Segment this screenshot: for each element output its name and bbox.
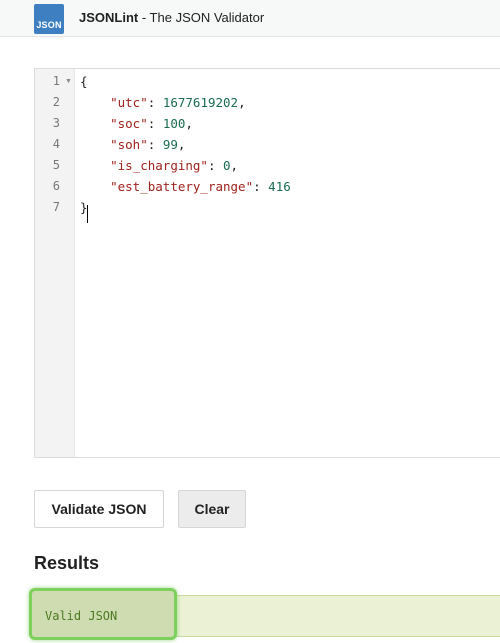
json-value: 99 xyxy=(162,137,178,152)
code-line: "est_battery_range": 416 xyxy=(80,176,291,197)
brand-name: JSONLint xyxy=(79,10,139,25)
code-line: { xyxy=(80,71,88,92)
json-value: 416 xyxy=(268,179,291,194)
code-line: "utc": 1677619202, xyxy=(80,92,246,113)
json-comma: , xyxy=(238,95,246,110)
clear-button[interactable]: Clear xyxy=(178,490,246,528)
json-comma: , xyxy=(230,158,239,173)
text-cursor xyxy=(87,205,88,223)
json-key: "is_charging" xyxy=(110,158,208,173)
fold-arrow-icon[interactable]: ▼ xyxy=(65,71,72,92)
editor-gutter: 1 ▼ 2 3 4 5 6 7 xyxy=(35,69,75,457)
line-number: 5 xyxy=(52,158,60,172)
json-editor[interactable]: 1 ▼ 2 3 4 5 6 7 { "utc": 1677619202, "so… xyxy=(34,68,500,458)
json-separator: : xyxy=(253,179,269,194)
json-separator: : xyxy=(147,95,163,110)
code-line: "soc": 100, xyxy=(80,113,193,134)
json-key: "soc" xyxy=(110,116,148,131)
brand-subtitle: - The JSON Validator xyxy=(138,10,265,25)
json-value: 1677619202 xyxy=(162,95,239,110)
json-comma: , xyxy=(185,116,193,131)
json-separator: : xyxy=(207,158,224,173)
json-key: "est_battery_range" xyxy=(110,179,254,194)
results-heading: Results xyxy=(34,553,100,573)
json-separator: : xyxy=(147,116,163,131)
validate-json-button[interactable]: Validate JSON xyxy=(34,490,164,528)
result-status-text: Valid JSON xyxy=(45,609,118,623)
code-line: "is_charging": 0, xyxy=(80,155,238,176)
json-comma: , xyxy=(177,137,186,152)
line-number: 4 xyxy=(52,137,60,151)
line-number: 6 xyxy=(52,179,60,193)
json-separator: : xyxy=(147,137,163,152)
line-number: 1 xyxy=(52,74,60,88)
line-number: 7 xyxy=(52,200,60,214)
json-key: "soh" xyxy=(110,137,148,152)
page-title: JSONLint - The JSON Validator xyxy=(79,10,264,26)
line-number: 3 xyxy=(52,116,60,130)
code-line: "soh": 99, xyxy=(80,134,185,155)
json-value: 100 xyxy=(162,116,186,131)
json-value: 0 xyxy=(223,158,231,173)
json-logo-icon[interactable]: JSON xyxy=(34,4,64,34)
line-number: 2 xyxy=(52,95,60,109)
json-open-brace: { xyxy=(80,74,88,89)
json-key: "utc" xyxy=(110,95,148,110)
app-header: JSON JSONLint - The JSON Validator xyxy=(0,0,500,37)
